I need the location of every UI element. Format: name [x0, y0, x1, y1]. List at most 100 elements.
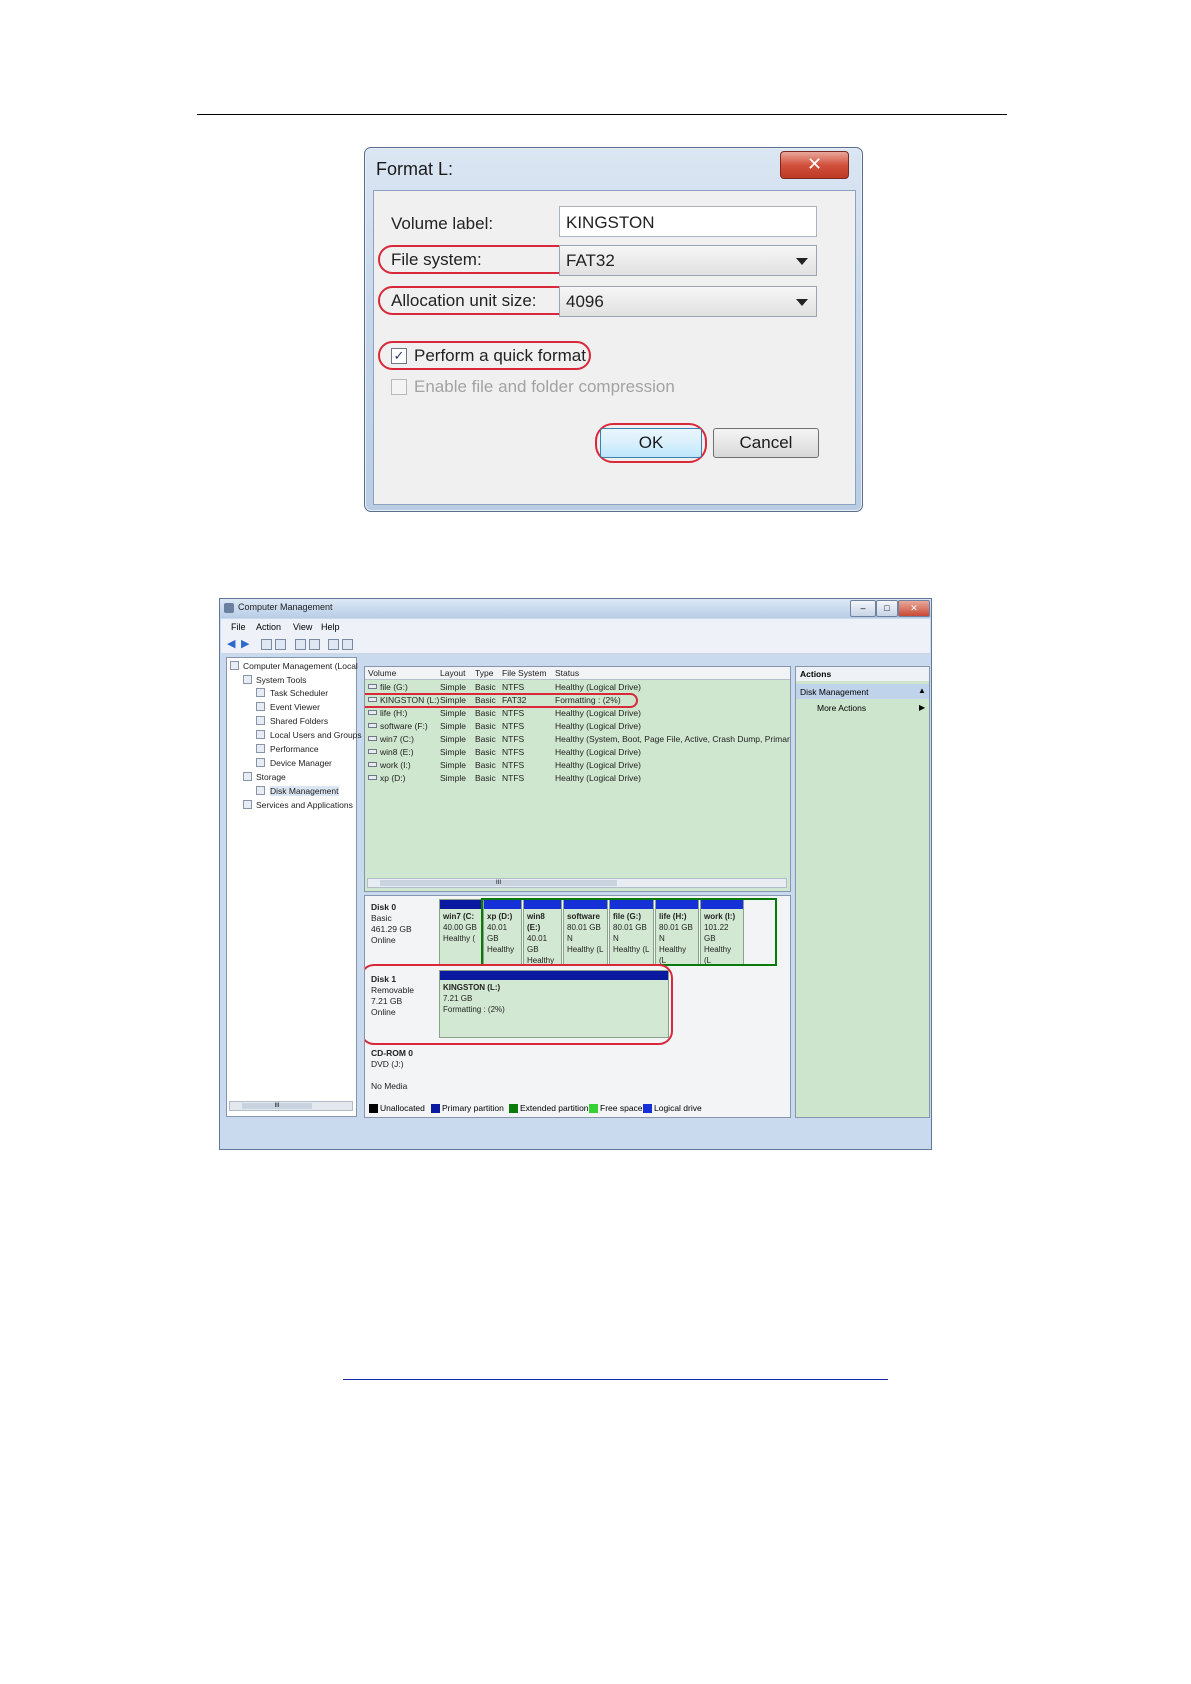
ok-button[interactable]: OK: [600, 428, 702, 458]
table-cell[interactable]: work (I:): [380, 760, 411, 770]
tree-item-performance[interactable]: Performance: [270, 744, 319, 754]
collapse-up-icon[interactable]: ▲: [918, 686, 926, 695]
window-title: Computer Management: [238, 602, 333, 612]
legend-swatch-free: [589, 1104, 598, 1113]
disk0-type: Basic: [371, 913, 392, 923]
table-cell[interactable]: NTFS: [502, 708, 524, 718]
navigation-tree: Computer Management (Local System Tools …: [226, 657, 362, 1117]
table-cell[interactable]: Healthy (System, Boot, Page File, Active…: [555, 734, 790, 744]
refresh-icon[interactable]: [328, 639, 339, 650]
back-arrow-icon[interactable]: ◀: [227, 639, 235, 650]
table-cell[interactable]: Simple: [440, 760, 466, 770]
minimize-button[interactable]: –: [850, 600, 876, 617]
table-cell[interactable]: Simple: [440, 721, 466, 731]
tree-item-event-viewer[interactable]: Event Viewer: [270, 702, 320, 712]
table-cell[interactable]: Simple: [440, 682, 466, 692]
users-icon: [256, 730, 265, 739]
tree-scrollbar[interactable]: III: [229, 1101, 353, 1111]
file-system-label: File system:: [391, 250, 482, 269]
drive-icon: [368, 749, 377, 754]
services-icon: [243, 800, 252, 809]
legend-primary: Primary partition: [442, 1103, 504, 1113]
tree-item-device-manager[interactable]: Device Manager: [270, 758, 332, 768]
table-cell[interactable]: Basic: [475, 682, 496, 692]
table-cell[interactable]: Healthy (Logical Drive): [555, 721, 641, 731]
menu-help[interactable]: Help: [321, 622, 340, 632]
cdrom-drive: DVD (J:): [371, 1059, 404, 1069]
export-list-icon[interactable]: [342, 639, 353, 650]
table-cell[interactable]: Healthy (Logical Drive): [555, 682, 641, 692]
table-cell[interactable]: life (H:): [380, 708, 407, 718]
table-cell[interactable]: Healthy (Logical Drive): [555, 760, 641, 770]
table-cell[interactable]: Basic: [475, 734, 496, 744]
table-cell[interactable]: Healthy (Logical Drive): [555, 747, 641, 757]
table-cell[interactable]: NTFS: [502, 747, 524, 757]
table-cell[interactable]: NTFS: [502, 773, 524, 783]
up-folder-icon[interactable]: [261, 639, 272, 650]
table-cell[interactable]: software (F:): [380, 721, 428, 731]
tree-item-disk-management[interactable]: Disk Management: [270, 786, 339, 796]
column-type[interactable]: Type: [475, 668, 493, 678]
tree-item-services[interactable]: Services and Applications: [256, 800, 353, 810]
actions-disk-management[interactable]: Disk Management ▲: [796, 684, 929, 699]
column-volume[interactable]: Volume: [368, 668, 396, 678]
table-cell[interactable]: Healthy (Logical Drive): [555, 708, 641, 718]
allocation-unit-select[interactable]: 4096: [559, 286, 817, 317]
menu-file[interactable]: File: [231, 622, 246, 632]
table-cell[interactable]: Basic: [475, 760, 496, 770]
column-status[interactable]: Status: [555, 668, 579, 678]
table-cell[interactable]: NTFS: [502, 734, 524, 744]
close-button[interactable]: ✕: [898, 600, 930, 617]
more-actions-item[interactable]: More Actions ▶: [796, 701, 929, 715]
table-cell[interactable]: Simple: [440, 734, 466, 744]
help-icon[interactable]: [295, 639, 306, 650]
properties-icon[interactable]: [309, 639, 320, 650]
legend-swatch-extended: [509, 1104, 518, 1113]
table-cell[interactable]: NTFS: [502, 682, 524, 692]
table-cell[interactable]: Basic: [475, 773, 496, 783]
table-cell[interactable]: Simple: [440, 708, 466, 718]
scrollbar-thumb[interactable]: III: [242, 1103, 312, 1109]
computer-management-window: Computer Management – □ ✕ File Action Vi…: [219, 598, 932, 1150]
table-cell[interactable]: Simple: [440, 747, 466, 757]
table-cell[interactable]: file (G:): [380, 682, 408, 692]
header-rule: [197, 114, 1007, 115]
table-cell[interactable]: win7 (C:): [380, 734, 414, 744]
close-button[interactable]: ✕: [780, 151, 849, 179]
table-cell[interactable]: xp (D:): [380, 773, 406, 783]
format-dialog-title: Format L:: [376, 159, 454, 179]
column-file-system[interactable]: File System: [502, 668, 546, 678]
maximize-button[interactable]: □: [876, 600, 898, 617]
table-cell[interactable]: Basic: [475, 747, 496, 757]
drive-icon: [368, 736, 377, 741]
tree-item-storage[interactable]: Storage: [256, 772, 286, 782]
column-layout[interactable]: Layout: [440, 668, 466, 678]
legend-swatch-primary: [431, 1104, 440, 1113]
tree-item-task-scheduler[interactable]: Task Scheduler: [270, 688, 328, 698]
show-hide-tree-icon[interactable]: [275, 639, 286, 650]
disk0-partition[interactable]: win7 (C: 40.00 GB Healthy (: [439, 899, 482, 965]
tree-item-local-users[interactable]: Local Users and Groups: [270, 730, 362, 740]
forward-arrow-icon[interactable]: ▶: [241, 639, 249, 650]
disk-management-icon: [256, 786, 265, 795]
menu-view[interactable]: View: [293, 622, 312, 632]
table-cell[interactable]: NTFS: [502, 721, 524, 731]
compression-checkbox[interactable]: [391, 379, 407, 395]
scrollbar-thumb[interactable]: III: [380, 880, 617, 886]
tree-item-computer-management[interactable]: Computer Management (Local: [243, 661, 358, 671]
quick-format-checkbox[interactable]: ✓: [391, 348, 407, 364]
table-cell[interactable]: Basic: [475, 708, 496, 718]
volume-list-scrollbar[interactable]: III: [367, 878, 787, 888]
table-cell[interactable]: Basic: [475, 721, 496, 731]
file-system-select[interactable]: FAT32: [559, 245, 817, 276]
volume-label-input[interactable]: KINGSTON: [559, 206, 817, 237]
table-cell[interactable]: win8 (E:): [380, 747, 414, 757]
menu-action[interactable]: Action: [256, 622, 281, 632]
table-cell[interactable]: Healthy (Logical Drive): [555, 773, 641, 783]
cancel-button[interactable]: Cancel: [713, 428, 819, 458]
table-cell[interactable]: NTFS: [502, 760, 524, 770]
tree-item-system-tools[interactable]: System Tools: [256, 675, 306, 685]
tree-item-shared-folders[interactable]: Shared Folders: [270, 716, 328, 726]
disk0-status: Online: [371, 935, 396, 945]
table-cell[interactable]: Simple: [440, 773, 466, 783]
